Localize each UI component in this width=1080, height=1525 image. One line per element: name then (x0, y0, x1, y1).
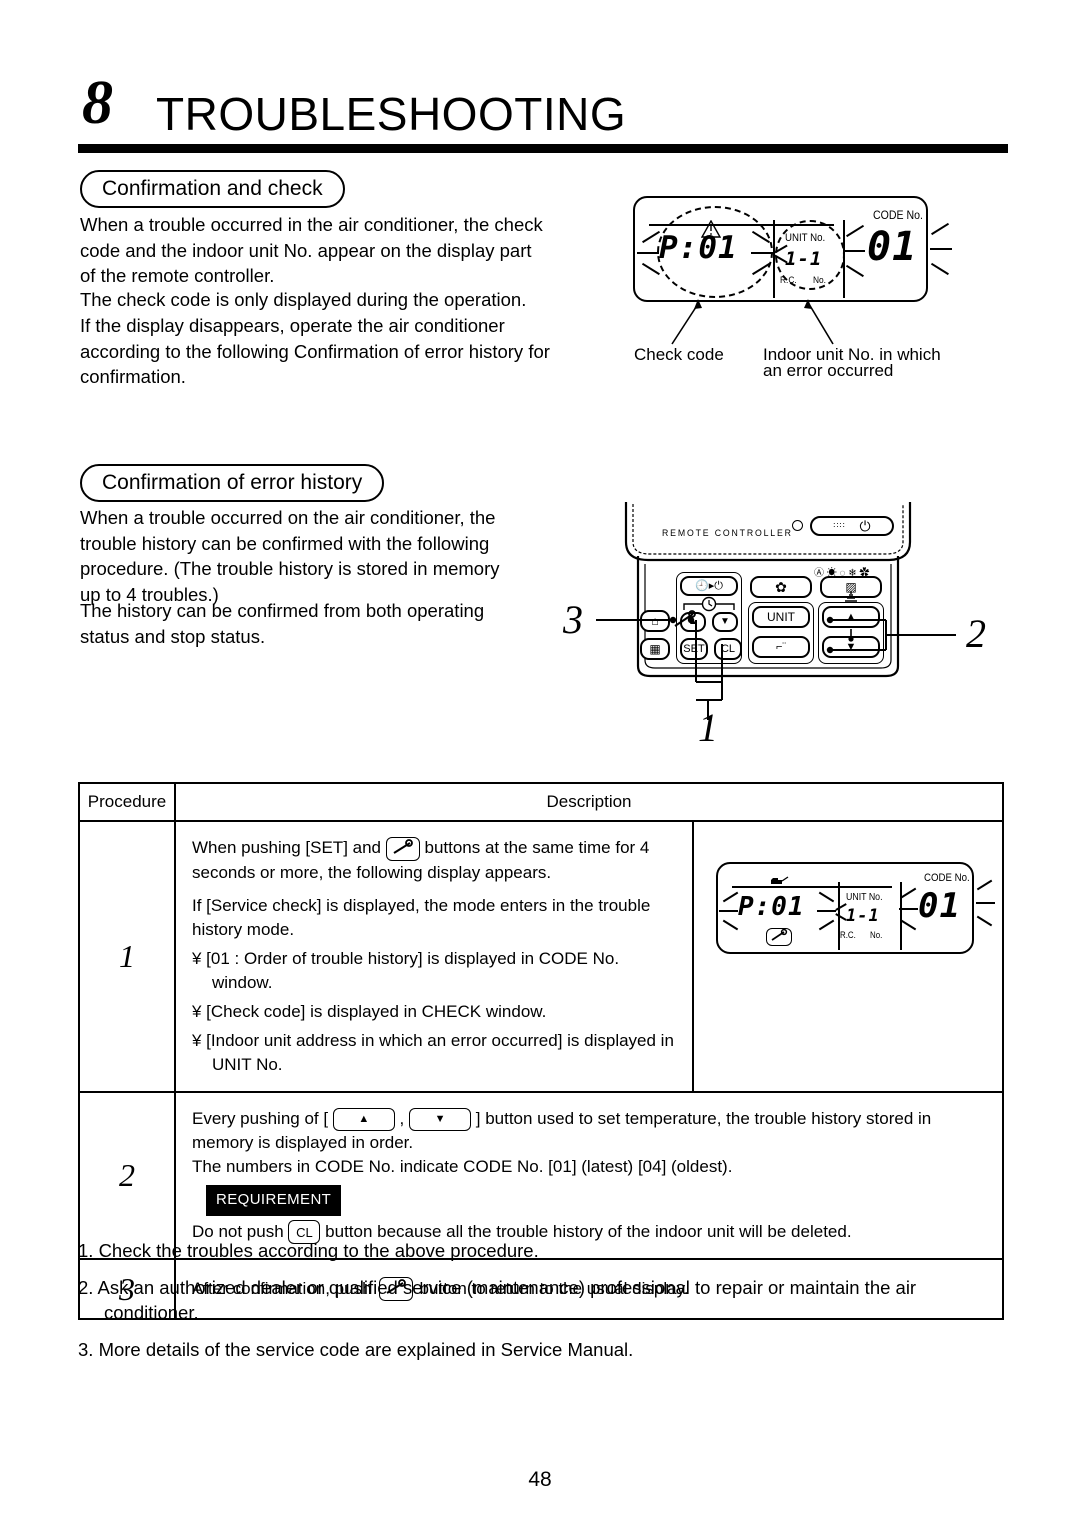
footer-notes: 1. Check the troubles according to the a… (78, 1238, 1008, 1374)
callout-number-1: 1 (698, 705, 718, 750)
section-heading-confirmation-of-error-history: Confirmation of error history (80, 464, 385, 502)
callout-indoor-unit-line2: an error occurred (763, 361, 894, 380)
procedure-description-2: Every pushing of [ ▲ , ▼ ] button used t… (176, 1093, 1002, 1259)
flash-ray (976, 915, 993, 927)
timer-power-icon: 🕘▸⏻ (695, 579, 723, 592)
flash-ray (722, 891, 739, 903)
lcd-rc-label: R.C. (840, 930, 856, 940)
callout-number-2: 2 (966, 611, 986, 656)
flash-ray (976, 902, 995, 904)
flash-ray (931, 222, 949, 235)
flash-ray (818, 891, 835, 903)
flash-ray (976, 879, 993, 891)
flash-ray (846, 224, 864, 237)
lcd-code-no-label: CODE No. (873, 208, 923, 222)
table-header-procedure: Procedure (80, 784, 176, 820)
highlight-circle-check-code (657, 206, 773, 298)
row1-line1: When pushing [SET] and buttons at the sa… (192, 836, 650, 882)
start-stop-button[interactable]: ∷∷ ⏻ (810, 516, 894, 536)
up-arrow-keycap: ▲ (332, 1107, 395, 1131)
section1-paragraph-1: When a trouble occurred in the air condi… (80, 214, 543, 286)
lcd-code-no-value: 01 (918, 886, 961, 926)
down-arrow-keycap: ▼ (409, 1107, 472, 1131)
chapter-heading: 8 TROUBLESHOOTING (78, 69, 1008, 150)
procedure-number-1: 1 (80, 822, 176, 1091)
row1-bullet-2: ¥ [Check code] is displayed in CHECK win… (192, 1001, 547, 1021)
indicator-lamp-icon (792, 520, 803, 531)
section1-paragraph-2: The check code is only displayed during … (80, 289, 527, 310)
section1-paragraph-3: If the display disappears, operate the a… (80, 315, 550, 387)
flash-ray (818, 919, 835, 931)
procedure-number-2: 2 (80, 1092, 176, 1259)
flash-ray (900, 887, 917, 899)
flash-ray (846, 264, 864, 277)
table-row: 2 Every pushing of [ ▲ , ▼ ] button used… (80, 1092, 1002, 1261)
flash-ray (930, 248, 952, 250)
highlight-circle-unit-no (775, 220, 845, 290)
section2-paragraph-2: The history can be confirmed from both o… (80, 600, 485, 647)
title-divider-bar (78, 144, 1008, 153)
lcd-divider-2 (900, 882, 902, 950)
remote-brand-label: REMOTE CONTROLLER (662, 528, 793, 539)
lcd-check-code-value: P:01 (738, 892, 805, 922)
row2-line2: The numbers in CODE No. indicate CODE No… (192, 1156, 733, 1176)
lcd-top-rule (732, 886, 892, 888)
service-icon (771, 876, 789, 884)
lcd-display-check-code: P:01 UNIT No. 1-1 R.C. No. CODE No. 01 (633, 196, 928, 302)
lcd-display-service-check: P:01 UNIT No. 1-1 R.C. No. CODE No. 01 (716, 862, 974, 954)
lcd-code-no-value: 01 (867, 224, 918, 270)
table-header-row: Procedure Description (80, 784, 1002, 822)
page-number: 48 (528, 1468, 552, 1491)
row1-bullet-1: ¥ [01 : Order of trouble history] is dis… (192, 948, 620, 992)
lcd-unit-no-value: 1-1 (846, 906, 880, 926)
table-header-description: Description (546, 792, 632, 811)
footer-note-1: 1. Check the troubles according to the a… (78, 1240, 539, 1261)
fan-speed-button[interactable]: ✿ (750, 576, 812, 598)
fan-icon: ✿ (775, 579, 787, 595)
lcd-unit-no-label: UNIT No. (846, 892, 883, 903)
section-heading-confirmation-and-check: Confirmation and check (80, 170, 345, 208)
flash-ray (722, 919, 739, 931)
row1-lcd-cell: P:01 UNIT No. 1-1 R.C. No. CODE No. 01 (692, 822, 1002, 1091)
remote-callout-leaders (596, 616, 956, 720)
table-row: 1 When pushing [SET] and buttons at the … (80, 822, 1002, 1093)
lcd-code-no-label: CODE No. (924, 872, 970, 884)
callout-number-3: 3 (563, 597, 583, 642)
power-icon: ⏻ (859, 518, 871, 534)
row2-requirement-wrap: REQUIREMENT (192, 1179, 992, 1220)
lcd-wrench-icon (766, 928, 792, 946)
row1-bullet-3: ¥ [Indoor unit address in which an error… (192, 1030, 674, 1074)
lcd-no-label: No. (870, 930, 883, 940)
row2-line1: Every pushing of [ ▲ , ▼ ] button used t… (192, 1107, 932, 1152)
flash-ray (719, 910, 738, 912)
timer-onoff-button[interactable]: 🕘▸⏻ (680, 576, 738, 596)
flash-ray (931, 262, 949, 275)
wrench-keycap-icon (385, 836, 420, 861)
section2-paragraph-1: When a trouble occurred on the air condi… (80, 507, 500, 605)
flash-ray (637, 252, 659, 254)
requirement-badge: REQUIREMENT (206, 1184, 342, 1216)
dots-icon: ∷∷ (833, 521, 846, 530)
flash-ray (899, 908, 918, 910)
flash-ray (642, 230, 660, 243)
flash-ray (900, 919, 917, 931)
row1-line2: If [Service check] is displayed, the mod… (192, 895, 651, 939)
footer-note-2: 2. Ask an authorized dealer or qualified… (78, 1277, 917, 1323)
page-title: TROUBLESHOOTING (156, 88, 627, 140)
callout-check-code: Check code (634, 345, 724, 364)
footer-note-3: 3. More details of the service code are … (78, 1339, 634, 1360)
flash-ray (642, 262, 660, 275)
flash-ray (843, 250, 865, 252)
procedure-description-1: When pushing [SET] and buttons at the sa… (176, 822, 692, 1091)
flash-ray (817, 910, 836, 912)
chapter-number: 8 (82, 69, 113, 137)
